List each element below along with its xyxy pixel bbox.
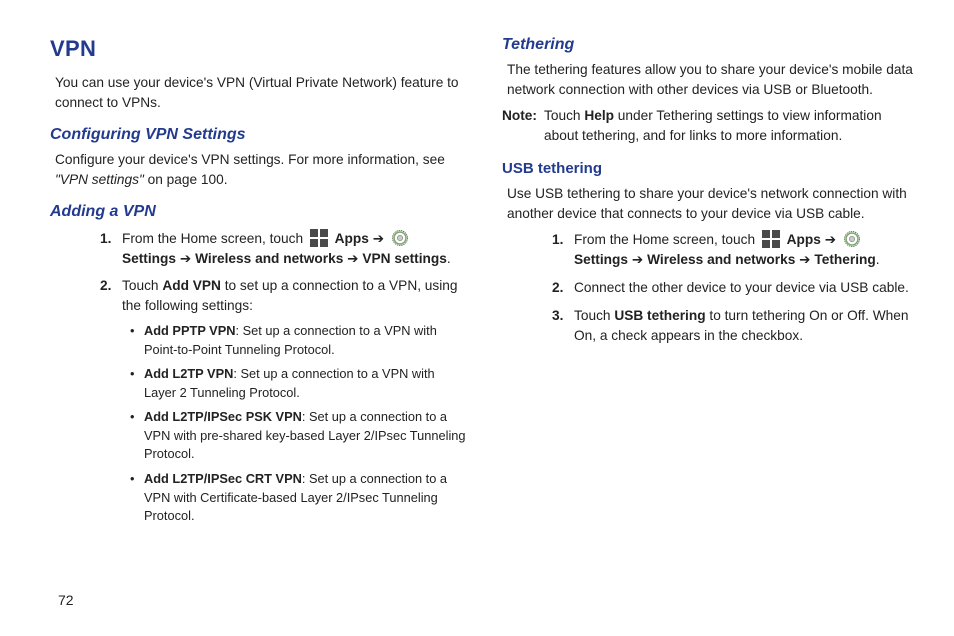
list-item: • Add L2TP/IPSec CRT VPN: Set up a conne… — [130, 470, 466, 526]
list-item: • Add L2TP/IPSec PSK VPN: Set up a conne… — [130, 408, 466, 464]
config-text: Configure your device's VPN settings. Fo… — [55, 152, 445, 167]
step-number: 3. — [552, 306, 574, 346]
note-label: Note: — [502, 106, 544, 146]
bullet-icon: • — [130, 470, 144, 526]
add-vpn-label: Add VPN — [162, 278, 221, 293]
step-1: 1. From the Home screen, touch Apps ➔ Se… — [552, 230, 918, 270]
step-1: 1. From the Home screen, touch Apps ➔ Se… — [100, 229, 466, 269]
step-body: Touch Add VPN to set up a connection to … — [122, 276, 466, 531]
wireless-label: Wireless and networks — [195, 251, 343, 266]
arrow-icon: ➔ — [825, 232, 840, 247]
step-2: 2. Touch Add VPN to set up a connection … — [100, 276, 466, 531]
usb-intro: Use USB tethering to share your device's… — [507, 184, 918, 224]
apps-label: Apps — [335, 231, 369, 246]
settings-label: Settings — [574, 252, 628, 267]
heading-config-vpn: Configuring VPN Settings — [50, 123, 466, 146]
period: . — [447, 251, 451, 266]
step2-a: Touch — [122, 278, 162, 293]
bullet-icon: • — [130, 365, 144, 402]
arrow-icon: ➔ — [347, 251, 362, 266]
arrow-icon: ➔ — [632, 252, 647, 267]
tethering-intro: The tethering features allow you to shar… — [507, 60, 918, 100]
settings-icon — [391, 229, 409, 247]
list-item: • Add PPTP VPN: Set up a connection to a… — [130, 322, 466, 359]
note: Note: Touch Help under Tethering setting… — [502, 106, 918, 146]
wireless-label: Wireless and networks — [647, 252, 795, 267]
bullet-title: Add L2TP VPN — [144, 366, 233, 381]
arrow-icon: ➔ — [180, 251, 195, 266]
vpn-types-list: • Add PPTP VPN: Set up a connection to a… — [130, 322, 466, 525]
config-ref: "VPN settings" — [55, 172, 144, 187]
config-tail: on page 100. — [144, 172, 228, 187]
vpn-settings-label: VPN settings — [362, 251, 446, 266]
settings-icon — [843, 230, 861, 248]
heading-usb-tethering: USB tethering — [502, 158, 918, 180]
step-number: 1. — [552, 230, 574, 270]
bullet-title: Add L2TP/IPSec PSK VPN — [144, 409, 302, 424]
step-body: From the Home screen, touch Apps ➔ Setti… — [574, 230, 918, 270]
heading-vpn: VPN — [50, 33, 466, 65]
step-body: From the Home screen, touch Apps ➔ Setti… — [122, 229, 466, 269]
arrow-icon: ➔ — [799, 252, 814, 267]
tethering-label: Tethering — [814, 252, 875, 267]
bullet-title: Add PPTP VPN — [144, 323, 236, 338]
step-number: 2. — [100, 276, 122, 531]
apps-label: Apps — [787, 232, 821, 247]
heading-tethering: Tethering — [502, 33, 918, 56]
step-2: 2. Connect the other device to your devi… — [552, 278, 918, 298]
apps-icon — [310, 229, 328, 247]
config-para: Configure your device's VPN settings. Fo… — [55, 150, 466, 190]
bullet-icon: • — [130, 408, 144, 464]
apps-icon — [762, 230, 780, 248]
step1-pre: From the Home screen, touch — [122, 231, 307, 246]
step3-a: Touch — [574, 308, 614, 323]
heading-adding-vpn: Adding a VPN — [50, 200, 466, 223]
list-item: • Add L2TP VPN: Set up a connection to a… — [130, 365, 466, 402]
step-3: 3. Touch USB tethering to turn tethering… — [552, 306, 918, 346]
usb-steps: 1. From the Home screen, touch Apps ➔ Se… — [502, 230, 918, 345]
page-number: 72 — [58, 592, 74, 608]
note-a: Touch — [544, 108, 584, 123]
vpn-intro: You can use your device's VPN (Virtual P… — [55, 73, 466, 113]
arrow-icon: ➔ — [373, 231, 388, 246]
help-label: Help — [584, 108, 614, 123]
usb-tethering-label: USB tethering — [614, 308, 705, 323]
add-vpn-steps: 1. From the Home screen, touch Apps ➔ Se… — [50, 229, 466, 532]
step-body: Touch USB tethering to turn tethering On… — [574, 306, 918, 346]
left-column: VPN You can use your device's VPN (Virtu… — [50, 30, 466, 545]
step-number: 2. — [552, 278, 574, 298]
settings-label: Settings — [122, 251, 176, 266]
step-number: 1. — [100, 229, 122, 269]
page-content: VPN You can use your device's VPN (Virtu… — [0, 0, 954, 555]
note-body: Touch Help under Tethering settings to v… — [544, 106, 918, 146]
bullet-title: Add L2TP/IPSec CRT VPN — [144, 471, 302, 486]
r-step1-pre: From the Home screen, touch — [574, 232, 759, 247]
right-column: Tethering The tethering features allow y… — [502, 30, 918, 545]
step-body: Connect the other device to your device … — [574, 278, 918, 298]
bullet-icon: • — [130, 322, 144, 359]
period: . — [876, 252, 880, 267]
